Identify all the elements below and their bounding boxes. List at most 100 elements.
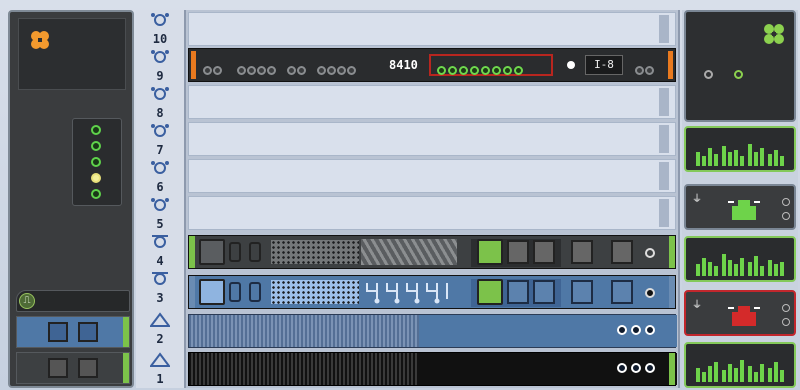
active-port-icon[interactable] [437, 66, 446, 75]
module-handle [123, 317, 129, 347]
active-port-icon[interactable] [492, 66, 501, 75]
port-icon[interactable] [297, 66, 307, 75]
device-handle-right [668, 51, 673, 79]
slot-rail [659, 15, 669, 43]
indicator-group [617, 363, 655, 373]
device-slot-2[interactable] [188, 314, 677, 348]
triangle-icon [150, 352, 170, 367]
port-pair-icon[interactable] [229, 242, 241, 262]
active-port-icon[interactable] [514, 66, 523, 75]
empty-slot[interactable] [188, 159, 676, 193]
device-handle-left [189, 276, 195, 308]
port-pair-icon[interactable] [229, 282, 241, 302]
tray-icon[interactable] [477, 239, 503, 265]
block-icon[interactable] [533, 240, 555, 264]
slot-label: 1 [136, 350, 184, 386]
indicator-icon [631, 325, 641, 335]
device-handle-right [669, 236, 675, 268]
tray-icon[interactable] [477, 279, 503, 305]
status-led-warning [91, 173, 101, 183]
connector-icon [151, 124, 169, 137]
active-port-icon[interactable] [448, 66, 457, 75]
active-port-icon[interactable] [481, 66, 490, 75]
port-row [635, 60, 655, 79]
io-module-label: I-8 [585, 55, 623, 75]
slot-rail [659, 162, 669, 190]
connector-icon [152, 272, 168, 285]
block-icon[interactable] [533, 280, 555, 304]
orange-logo-icon [31, 31, 49, 49]
slot-label: 8 [136, 84, 184, 120]
port-icon[interactable] [635, 66, 644, 75]
active-port-icon[interactable] [503, 66, 512, 75]
left-module-dark[interactable] [16, 352, 130, 384]
port-icon[interactable] [267, 66, 276, 75]
left-module-blue[interactable] [16, 316, 130, 348]
status-ring-icon [734, 70, 743, 79]
active-port-icon[interactable] [470, 66, 479, 75]
indicator-icon [645, 363, 655, 373]
slot-rail [659, 125, 669, 153]
switch-device-3[interactable] [188, 275, 676, 309]
alarm-card-ok[interactable]: ⏚ [684, 184, 796, 230]
triangle-icon [150, 312, 170, 327]
ground-icon: ⏚ [692, 300, 702, 311]
port-pair-icon[interactable] [249, 242, 261, 262]
traffic-meter-card[interactable] [684, 126, 796, 172]
port-icon[interactable] [213, 66, 222, 75]
status-led [91, 141, 101, 151]
port-icon[interactable] [237, 66, 246, 75]
port-icon[interactable] [337, 66, 347, 75]
status-led [91, 125, 101, 135]
connector-icon [151, 161, 169, 174]
empty-slot[interactable] [188, 122, 676, 156]
port-icon[interactable] [347, 66, 357, 75]
port-icon[interactable] [645, 66, 654, 75]
slot-label: 9 [136, 47, 184, 83]
block-icon[interactable] [507, 280, 529, 304]
port-icon[interactable] [327, 66, 337, 75]
port-row [237, 60, 357, 79]
slot-label: 6 [136, 158, 184, 194]
indicator-icon [782, 304, 790, 312]
block-icon[interactable] [571, 240, 593, 264]
block-icon[interactable] [611, 280, 633, 304]
alarm-card-fault[interactable]: ⏚ [684, 290, 796, 336]
bar-meter-icon [696, 254, 784, 276]
traffic-meter-card[interactable] [684, 342, 796, 388]
vent-grid [271, 240, 359, 264]
block-icon[interactable] [571, 280, 593, 304]
device-8410[interactable]: 8410 I-8 [188, 48, 676, 82]
indicator-group [617, 325, 655, 335]
device-fault-icon [728, 306, 760, 326]
device-handle-right [669, 353, 675, 385]
port-pair-icon[interactable] [249, 282, 261, 302]
pulse-icon: ⎍ [19, 293, 35, 309]
empty-slot[interactable] [188, 12, 676, 46]
port-icon[interactable] [317, 66, 327, 75]
vent-grid [271, 280, 359, 304]
selected-port-group[interactable] [429, 54, 553, 76]
port-icon[interactable] [257, 66, 266, 75]
port-icon[interactable] [287, 66, 297, 75]
status-dot [567, 61, 575, 69]
port-row [203, 60, 223, 79]
block-icon[interactable] [507, 240, 529, 264]
block-icon[interactable] [611, 240, 633, 264]
traffic-meter-card[interactable] [684, 236, 796, 282]
status-ring-icon [645, 248, 655, 258]
indicator-icon [617, 363, 627, 373]
status-led [91, 189, 101, 199]
device-handle-left [191, 51, 196, 79]
power-tab[interactable]: ⎍ [16, 290, 130, 312]
port-icon[interactable] [203, 66, 212, 75]
active-port-icon[interactable] [459, 66, 468, 75]
empty-slot[interactable] [188, 85, 676, 119]
indicator-icon [782, 198, 790, 206]
switch-device-4[interactable] [188, 235, 676, 269]
ground-icon: ⏚ [692, 194, 702, 205]
empty-slot[interactable] [188, 196, 676, 230]
device-slot-1[interactable] [188, 352, 677, 386]
slot-rail [659, 199, 669, 227]
port-icon[interactable] [247, 66, 256, 75]
